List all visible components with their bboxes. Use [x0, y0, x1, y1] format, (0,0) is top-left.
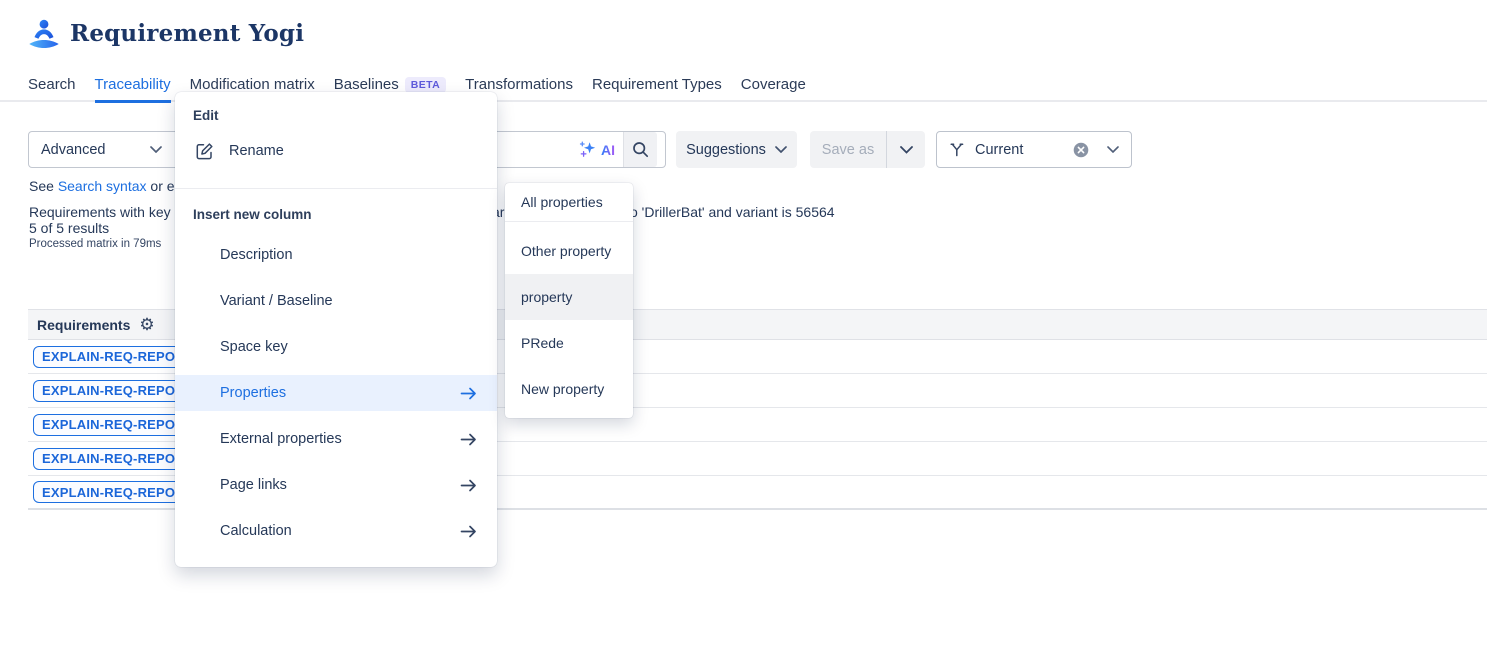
- menu-item-properties[interactable]: Properties: [175, 375, 497, 411]
- menu-item-rename[interactable]: Rename: [175, 132, 497, 170]
- search-submit-button[interactable]: [623, 132, 657, 167]
- ai-label: AI: [601, 142, 615, 158]
- results-count: 5 of 5 results: [29, 220, 109, 236]
- chevron-down-icon: [150, 146, 162, 153]
- suggestions-label: Suggestions: [686, 142, 766, 158]
- menu-item-page-links[interactable]: Page links: [175, 467, 497, 503]
- search-mode-select[interactable]: Advanced: [29, 132, 176, 167]
- app-title: Requirement Yogi: [70, 20, 304, 47]
- menu-item-external-properties[interactable]: External properties: [175, 421, 497, 457]
- menu-item-description[interactable]: Description: [175, 237, 497, 273]
- processing-time: Processed matrix in 79ms: [29, 238, 161, 250]
- sparkles-icon: [579, 141, 596, 158]
- gear-icon[interactable]: ⚙: [139, 316, 154, 333]
- arrow-right-icon: [460, 524, 477, 539]
- requirement-key-badge[interactable]: EXPLAIN-REQ-REPO: [33, 414, 184, 436]
- save-as-dropdown-button[interactable]: [886, 131, 925, 168]
- submenu-item-prede[interactable]: PRede: [505, 320, 633, 366]
- requirement-yogi-logo-icon: [27, 18, 61, 49]
- rename-label: Rename: [229, 143, 284, 159]
- chevron-down-icon: [900, 146, 913, 154]
- syntax-hint-line: See Search syntax or enter: [29, 178, 199, 194]
- arrow-right-icon: [460, 478, 477, 493]
- requirements-header-label: Requirements: [37, 317, 130, 333]
- menu-section-edit: Edit: [193, 108, 497, 124]
- page: Requirement Yogi Search Traceability Mod…: [0, 0, 1487, 667]
- requirement-key-badge[interactable]: EXPLAIN-REQ-REPO: [33, 346, 184, 368]
- edit-icon: [195, 142, 214, 161]
- save-as-split-button: Save as: [810, 131, 925, 168]
- ai-chip[interactable]: AI: [579, 141, 615, 158]
- menu-divider: [175, 188, 497, 189]
- variant-branch-icon: [949, 142, 965, 158]
- chevron-down-icon: [1107, 146, 1119, 153]
- submenu-item-property[interactable]: property: [505, 274, 633, 320]
- beta-badge: BETA: [405, 77, 446, 93]
- chevron-down-icon: [775, 146, 787, 153]
- tab-requirement-types[interactable]: Requirement Types: [592, 76, 722, 100]
- arrow-right-icon: [460, 386, 477, 401]
- requirement-key-badge[interactable]: EXPLAIN-REQ-REPO: [33, 380, 184, 402]
- save-as-button[interactable]: Save as: [810, 131, 886, 168]
- arrow-right-icon: [460, 432, 477, 447]
- suggestions-button[interactable]: Suggestions: [676, 131, 797, 168]
- syntax-hint-prefix: See: [29, 178, 58, 194]
- properties-submenu: All properties Other property property P…: [505, 183, 633, 418]
- results-summary-fragment: Requirements with key ma: [29, 204, 194, 220]
- results-summary-fragment: o 'DrillerBat' and variant is 56564: [630, 204, 835, 220]
- scope-label: Current: [975, 142, 1063, 158]
- scope-select[interactable]: Current: [936, 131, 1132, 168]
- submenu-item-other-property[interactable]: Other property: [505, 228, 633, 274]
- requirement-key-badge[interactable]: EXPLAIN-REQ-REPO: [33, 481, 184, 503]
- tab-coverage[interactable]: Coverage: [741, 76, 806, 100]
- menu-item-space-key[interactable]: Space key: [175, 329, 497, 365]
- menu-item-variant-baseline[interactable]: Variant / Baseline: [175, 283, 497, 319]
- search-mode-label: Advanced: [41, 142, 106, 158]
- search-icon: [632, 141, 649, 158]
- submenu-item-new-property[interactable]: New property: [505, 366, 633, 412]
- search-syntax-link[interactable]: Search syntax: [58, 178, 147, 194]
- save-as-label: Save as: [822, 142, 874, 158]
- requirement-key-badge[interactable]: EXPLAIN-REQ-REPO: [33, 448, 184, 470]
- tab-search[interactable]: Search: [28, 76, 76, 100]
- menu-item-calculation[interactable]: Calculation: [175, 513, 497, 549]
- menu-section-insert-new-column: Insert new column: [193, 207, 497, 223]
- column-config-menu: Edit Rename Insert new column Descriptio…: [175, 92, 497, 567]
- tab-traceability[interactable]: Traceability: [95, 76, 171, 103]
- submenu-item-all-properties[interactable]: All properties: [505, 183, 633, 222]
- app-logo[interactable]: Requirement Yogi: [27, 18, 304, 49]
- clear-filter-icon[interactable]: [1073, 142, 1089, 158]
